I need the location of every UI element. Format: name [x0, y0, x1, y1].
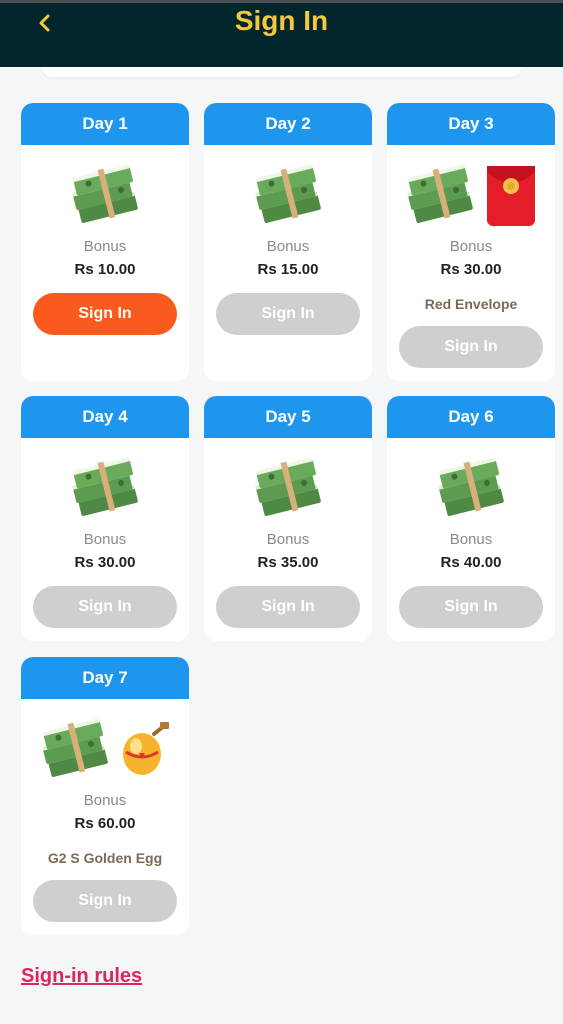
- reward-icons: [387, 454, 555, 524]
- bonus-label: Bonus: [83, 792, 127, 809]
- money-stack-icon: [253, 165, 323, 227]
- day-title: Day 1: [21, 103, 189, 145]
- day-title: Day 4: [21, 396, 189, 438]
- sign-in-button[interactable]: Sign In: [399, 326, 543, 368]
- day-title: Day 2: [204, 103, 372, 145]
- bonus-label: Bonus: [83, 238, 127, 255]
- day-title: Day 6: [387, 396, 555, 438]
- sign-in-button[interactable]: Sign In: [216, 586, 360, 628]
- bonus-label: Bonus: [449, 531, 493, 548]
- reward-icons: [21, 161, 189, 231]
- money-stack-icon: [40, 719, 110, 781]
- bonus-label: Bonus: [266, 531, 310, 548]
- header-bar: Sign In: [0, 0, 563, 67]
- day-title: Day 5: [204, 396, 372, 438]
- bonus-amount: Rs 10.00: [74, 261, 136, 278]
- money-stack-icon: [436, 458, 506, 520]
- red-envelope-icon: [487, 166, 535, 226]
- extra-reward-label: G2 S Golden Egg: [47, 850, 163, 866]
- page-title: Sign In: [234, 5, 329, 36]
- day-card-5: Day 5 Bonus Rs 35.00 Sign In: [204, 396, 372, 641]
- bonus-label: Bonus: [83, 531, 127, 548]
- day-title: Day 3: [387, 103, 555, 145]
- bonus-label: Bonus: [266, 238, 310, 255]
- day-card-4: Day 4 Bonus Rs 30.00 Sign In: [21, 396, 189, 641]
- sign-in-rules-link[interactable]: Sign-in rules: [21, 965, 142, 988]
- golden-egg-icon: [123, 722, 169, 775]
- sign-in-button[interactable]: Sign In: [399, 586, 543, 628]
- money-stack-icon: [253, 458, 323, 520]
- reward-icons: [21, 454, 189, 524]
- sign-in-button[interactable]: Sign In: [33, 293, 177, 335]
- reward-icons: [204, 161, 372, 231]
- bonus-amount: Rs 40.00: [440, 554, 502, 571]
- money-stack-icon: [70, 165, 140, 227]
- money-stack-icon: [70, 458, 140, 520]
- content-sheet-edge: [42, 67, 521, 77]
- day-card-7: Day 7 Bonus Rs 60.00 G2 S Golden Egg Sig…: [21, 657, 189, 935]
- status-strip: [0, 0, 563, 3]
- bonus-amount: Rs 30.00: [74, 554, 136, 571]
- sign-in-button[interactable]: Sign In: [33, 880, 177, 922]
- bonus-amount: Rs 60.00: [74, 815, 136, 832]
- day-card-1: Day 1 Bonus Rs 10.00 Sign In: [21, 103, 189, 381]
- extra-reward-label: Red Envelope: [424, 296, 518, 312]
- money-stack-icon: [405, 165, 475, 227]
- sign-in-button[interactable]: Sign In: [33, 586, 177, 628]
- bonus-amount: Rs 35.00: [257, 554, 319, 571]
- sign-in-button[interactable]: Sign In: [216, 293, 360, 335]
- reward-icons: [387, 161, 555, 231]
- day-card-2: Day 2 Bonus Rs 15.00 Sign In: [204, 103, 372, 381]
- day-card-3: Day 3 Bonus Rs 30.00 Red Envelope Sign I…: [387, 103, 555, 381]
- bonus-label: Bonus: [449, 238, 493, 255]
- day-title: Day 7: [21, 657, 189, 699]
- day-card-6: Day 6 Bonus Rs 40.00 Sign In: [387, 396, 555, 641]
- bonus-amount: Rs 15.00: [257, 261, 319, 278]
- bonus-amount: Rs 30.00: [440, 261, 502, 278]
- reward-icons: [204, 454, 372, 524]
- reward-icons: [21, 715, 189, 785]
